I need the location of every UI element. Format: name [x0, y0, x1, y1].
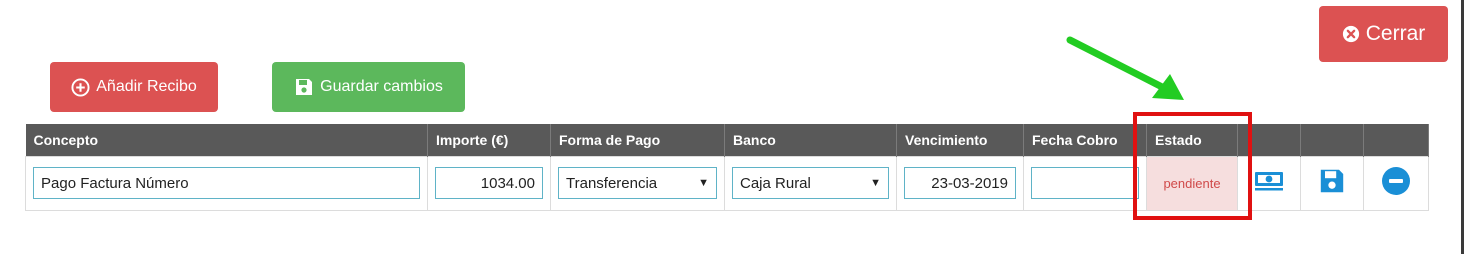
- header-banco: Banco: [724, 124, 897, 156]
- plus-circle-icon: [71, 77, 90, 97]
- header-fecha-cobro: Fecha Cobro: [1023, 124, 1147, 156]
- chevron-down-icon: ▼: [870, 177, 881, 189]
- floppy-disk-icon: [294, 77, 314, 97]
- vencimiento-input[interactable]: 23-03-2019: [904, 167, 1016, 199]
- chevron-down-icon: ▼: [698, 177, 709, 189]
- header-action-save: [1300, 124, 1364, 156]
- floppy-disk-icon[interactable]: [1318, 167, 1346, 195]
- annotation-arrow-icon: [1066, 36, 1184, 100]
- cell-importe: 1034.00: [427, 155, 551, 211]
- cash-icon[interactable]: [1253, 169, 1285, 193]
- cell-concepto: Pago Factura Número: [25, 155, 428, 211]
- header-action-remove: [1363, 124, 1429, 156]
- cell-fecha-cobro: [1023, 155, 1147, 211]
- add-receipt-label: Añadir Recibo: [96, 78, 197, 95]
- times-circle-icon: [1342, 25, 1360, 43]
- add-receipt-button[interactable]: Añadir Recibo: [50, 62, 218, 112]
- banco-select[interactable]: Caja Rural ▼: [732, 167, 889, 199]
- cell-action-remove: [1363, 155, 1429, 211]
- forma-pago-select[interactable]: Transferencia ▼: [558, 167, 717, 199]
- minus-circle-icon[interactable]: [1381, 166, 1411, 196]
- save-changes-label: Guardar cambios: [320, 78, 443, 95]
- concepto-input[interactable]: Pago Factura Número: [33, 167, 420, 199]
- cell-vencimiento: 23-03-2019: [896, 155, 1024, 211]
- annotation-highlight-box: [1133, 112, 1252, 220]
- importe-input[interactable]: 1034.00: [435, 167, 543, 199]
- header-vencimiento: Vencimiento: [896, 124, 1024, 156]
- close-button-label: Cerrar: [1365, 22, 1426, 45]
- cell-banco: Caja Rural ▼: [724, 155, 897, 211]
- header-forma-pago: Forma de Pago: [550, 124, 725, 156]
- fecha-cobro-input[interactable]: [1031, 167, 1139, 199]
- cell-forma-pago: Transferencia ▼: [550, 155, 725, 211]
- header-importe: Importe (€): [427, 124, 551, 156]
- save-changes-button[interactable]: Guardar cambios: [272, 62, 465, 112]
- cell-action-save: [1300, 155, 1364, 211]
- header-concepto: Concepto: [25, 124, 428, 156]
- banco-value: Caja Rural: [740, 174, 811, 192]
- close-button[interactable]: Cerrar: [1319, 6, 1448, 62]
- forma-pago-value: Transferencia: [566, 174, 658, 192]
